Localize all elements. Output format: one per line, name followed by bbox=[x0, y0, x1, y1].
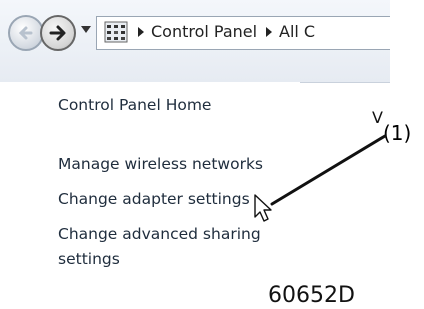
back-button[interactable] bbox=[8, 15, 44, 51]
sidebar-link-change-advanced-sharing[interactable]: Change advanced sharing bbox=[58, 225, 261, 243]
breadcrumb-arrow-icon[interactable] bbox=[138, 27, 144, 37]
sidebar-link-settings[interactable]: settings bbox=[58, 250, 120, 268]
chevron-down-icon[interactable] bbox=[81, 26, 91, 33]
forward-button[interactable] bbox=[40, 15, 76, 51]
screenshot: Control Panel All C Control Panel Home M… bbox=[0, 0, 390, 272]
sidebar: Control Panel Home Manage wireless netwo… bbox=[0, 82, 300, 272]
forward-arrow-icon bbox=[49, 25, 66, 41]
partial-text: V bbox=[372, 108, 383, 127]
back-arrow-icon bbox=[18, 26, 33, 40]
callout-label: (1) bbox=[383, 121, 412, 145]
sidebar-link-manage-wireless-networks[interactable]: Manage wireless networks bbox=[58, 155, 263, 173]
figure-code: 60652D bbox=[268, 283, 355, 308]
navigation-bar: Control Panel All C bbox=[0, 0, 390, 83]
control-panel-icon[interactable] bbox=[104, 20, 128, 44]
breadcrumb-control-panel[interactable]: Control Panel bbox=[151, 22, 257, 41]
sidebar-link-change-adapter-settings[interactable]: Change adapter settings bbox=[58, 190, 250, 208]
breadcrumb-arrow-icon[interactable] bbox=[266, 27, 272, 37]
sidebar-link-control-panel-home[interactable]: Control Panel Home bbox=[58, 96, 211, 114]
breadcrumb-all-control-panel-items[interactable]: All C bbox=[279, 22, 315, 41]
